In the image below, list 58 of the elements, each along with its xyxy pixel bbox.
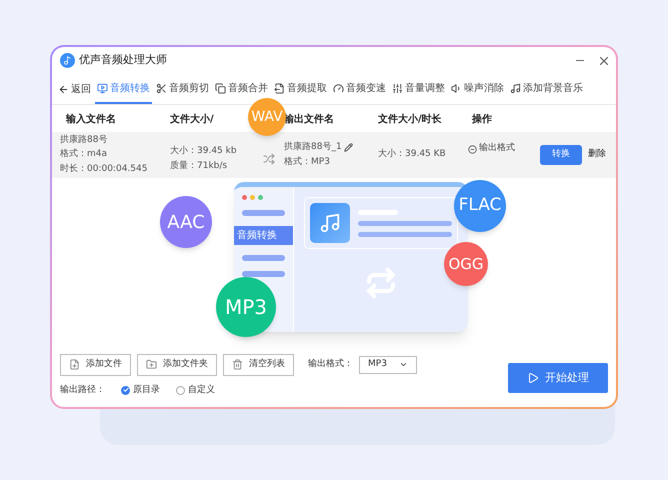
table-cell-text: 拱康路88号 [60, 134, 108, 147]
toolbar-button[interactable]: 添加文件 [60, 354, 131, 376]
delete-link[interactable]: 删除 [588, 148, 606, 162]
path-label: 输出路径： [60, 384, 105, 396]
file-plus-icon [69, 359, 80, 370]
table-cell-text: 拱康路88号_1 [284, 141, 342, 154]
shuffle-icon [263, 153, 275, 165]
radio-option[interactable]: 自定义 [176, 384, 215, 397]
scissors-icon [156, 82, 167, 94]
column-header: 文件大小/时长 [378, 112, 442, 127]
chevron-down-icon [399, 360, 408, 369]
table-cell-text: 大小：39.45 kb [170, 145, 238, 158]
back-button[interactable]: 返回 [56, 74, 93, 104]
toolbar-tab[interactable]: 音频变速 [331, 74, 388, 104]
play-icon [527, 372, 539, 384]
logo-icon [60, 53, 75, 68]
close-icon[interactable] [600, 56, 608, 64]
table-cell: 大小：39.45 KB [378, 149, 446, 160]
toolbar-tab[interactable]: 添加背景音乐 [508, 74, 585, 104]
toolbar-tab[interactable]: 音频剪切 [154, 74, 211, 104]
music-note-icon [510, 82, 521, 94]
table-cell-text: 时长：00:00:04.545 [60, 162, 148, 176]
toolbar-button[interactable]: 添加文件夹 [137, 354, 217, 376]
column-header: 输入文件名 [66, 112, 116, 127]
folder-plus-icon [146, 359, 157, 370]
sliders-icon [392, 82, 403, 94]
column-header: 文件大小/ [170, 112, 214, 127]
column-header: 操作 [472, 112, 492, 127]
toolbar-tab[interactable]: 音量调整 [390, 74, 447, 104]
arrow-left-icon [58, 84, 69, 94]
sidebar-item: 音频转换 [234, 226, 293, 245]
trash-icon [232, 359, 243, 370]
placeholder-bar [242, 210, 285, 216]
table-cell-text: 格式：MP3 [284, 156, 331, 168]
toolbar-tab[interactable]: 噪声消除 [449, 74, 506, 104]
convert-button[interactable]: 转换 [540, 145, 582, 165]
placeholder-bar [242, 271, 285, 277]
minus-circle-icon [468, 144, 477, 154]
table-cell-text: 格式：m4a [60, 148, 108, 162]
start-button[interactable]: 开始处理 [508, 363, 608, 393]
format-label: 输出格式： [308, 358, 353, 371]
file-export-icon [274, 82, 285, 94]
copy-icon [215, 82, 226, 94]
table-cell-text: 质量：71kb/s [170, 160, 228, 172]
monitor-play-icon [97, 82, 108, 94]
toolbar-tab[interactable]: 音频转换 [95, 74, 152, 104]
placeholder-bar [242, 255, 285, 261]
music-icon [310, 203, 350, 243]
speaker-icon [451, 82, 462, 94]
window-title: 优声音频处理大师 [79, 52, 167, 68]
radio-option[interactable]: 原目录 [121, 384, 160, 397]
pencil-icon[interactable] [344, 143, 353, 152]
radio-icon[interactable] [176, 386, 185, 395]
radio-icon[interactable] [121, 386, 130, 395]
output-format-link[interactable]: 输出格式 [468, 142, 540, 156]
format-dropdown[interactable]: MP3 [359, 356, 417, 374]
gauge-icon [333, 82, 344, 94]
toolbar-button[interactable]: 清空列表 [223, 354, 294, 376]
